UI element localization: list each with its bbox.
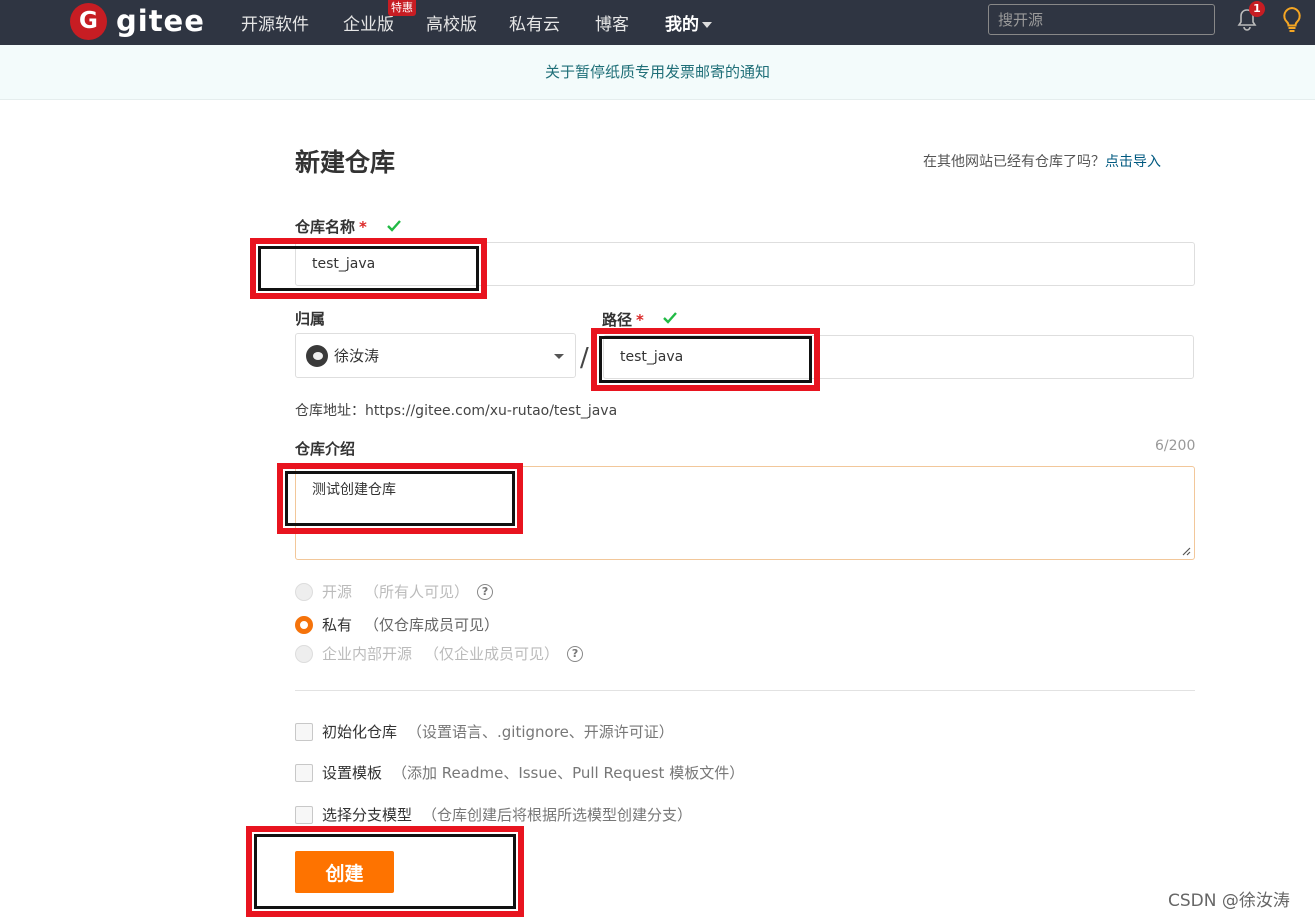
option-branch-model-note: （仓库创建后将根据所选模型创建分支） <box>422 806 693 824</box>
visibility-enterprise-label: 企业内部开源 <box>322 645 413 663</box>
lightbulb-icon[interactable] <box>1281 6 1303 34</box>
visibility-private-label: 私有 <box>322 616 353 634</box>
intro-label: 仓库介绍 <box>295 440 356 458</box>
search-input[interactable] <box>988 4 1215 35</box>
chevron-down-icon <box>702 22 712 28</box>
option-init-repo-note: （设置语言、.gitignore、开源许可证） <box>407 723 674 741</box>
radio-public[interactable] <box>295 582 313 601</box>
announcement-link[interactable]: 关于暂停纸质专用发票邮寄的通知 <box>545 63 770 81</box>
visibility-private-note: （仅仓库成员可见） <box>364 616 500 634</box>
repo-name-label-text: 仓库名称 <box>295 218 356 236</box>
resize-grip-icon[interactable] <box>1182 547 1191 556</box>
path-label: 路径 * <box>602 309 644 330</box>
import-link[interactable]: 点击导入 <box>1105 154 1161 170</box>
owner-label: 归属 <box>295 310 326 328</box>
owner-name: 徐汝涛 <box>334 347 380 365</box>
announcement-banner[interactable]: 关于暂停纸质专用发票邮寄的通知 <box>0 45 1315 100</box>
option-branch-model[interactable]: 选择分支模型 （仓库创建后将根据所选模型创建分支） <box>295 804 692 825</box>
path-label-text: 路径 <box>602 311 633 329</box>
avatar <box>306 344 328 367</box>
brand-name: gitee <box>116 4 205 38</box>
option-template-note: （添加 Readme、Issue、Pull Request 模板文件） <box>392 764 745 782</box>
check-icon <box>663 312 677 324</box>
option-template-label: 设置模板 <box>322 764 383 782</box>
check-icon <box>387 220 401 232</box>
radio-enterprise[interactable] <box>295 644 313 663</box>
nav-item-private-cloud[interactable]: 私有云 <box>509 10 560 35</box>
visibility-enterprise-note: （仅企业成员可见） <box>424 645 560 663</box>
checkbox-branch-model[interactable] <box>295 805 313 824</box>
path-separator: / <box>580 343 589 373</box>
option-branch-model-label: 选择分支模型 <box>322 806 413 824</box>
checkbox-init-repo[interactable] <box>295 722 313 741</box>
required-mark: * <box>636 311 644 329</box>
visibility-enterprise-option[interactable]: 企业内部开源 （仅企业成员可见） ? <box>295 643 584 664</box>
notification-badge: 1 <box>1249 1 1265 17</box>
annotation-box <box>591 328 820 391</box>
option-template[interactable]: 设置模板 （添加 Readme、Issue、Pull Request 模板文件） <box>295 762 744 783</box>
required-mark: * <box>359 218 367 236</box>
top-nav: G gitee 开源软件 企业版 特惠 高校版 私有云 博客 我的 1 <box>0 0 1315 45</box>
annotation-box <box>250 238 487 299</box>
visibility-public-note: （所有人可见） <box>364 583 470 601</box>
radio-private[interactable] <box>295 615 313 634</box>
owner-select[interactable]: 徐汝涛 <box>295 333 576 378</box>
chevron-down-icon <box>554 354 564 359</box>
option-init-repo[interactable]: 初始化仓库 （设置语言、.gitignore、开源许可证） <box>295 721 674 742</box>
intro-char-counter: 6/200 <box>1155 438 1196 454</box>
promo-badge: 特惠 <box>388 0 416 16</box>
divider <box>295 690 1195 691</box>
help-icon[interactable]: ? <box>477 583 494 600</box>
visibility-public-label: 开源 <box>322 583 353 601</box>
nav-item-enterprise[interactable]: 企业版 <box>343 10 394 35</box>
watermark: CSDN @徐汝涛 <box>1168 891 1290 911</box>
import-hint: 在其他网站已经有仓库了吗？点击导入 <box>923 151 1161 171</box>
annotation-box <box>246 826 524 917</box>
checkbox-template[interactable] <box>295 763 313 782</box>
import-prompt: 在其他网站已经有仓库了吗？ <box>923 154 1105 170</box>
gitee-logo-icon: G <box>70 2 107 40</box>
gitee-logo[interactable]: G gitee <box>70 2 205 40</box>
repo-name-label: 仓库名称 * <box>295 216 367 237</box>
repo-url: 仓库地址：https://gitee.com/xu-rutao/test_jav… <box>295 403 618 419</box>
help-icon[interactable]: ? <box>567 645 584 662</box>
nav-item-blog[interactable]: 博客 <box>595 10 629 35</box>
visibility-private-option[interactable]: 私有 （仅仓库成员可见） <box>295 614 499 635</box>
option-init-repo-label: 初始化仓库 <box>322 723 398 741</box>
nav-item-mine-label: 我的 <box>665 15 699 35</box>
visibility-public-option[interactable]: 开源 （所有人可见） ? <box>295 581 494 602</box>
nav-item-open-source[interactable]: 开源软件 <box>241 10 309 35</box>
page-title: 新建仓库 <box>295 148 396 177</box>
nav-item-education[interactable]: 高校版 <box>426 10 477 35</box>
nav-item-mine[interactable]: 我的 <box>665 10 712 35</box>
annotation-box <box>277 463 523 534</box>
